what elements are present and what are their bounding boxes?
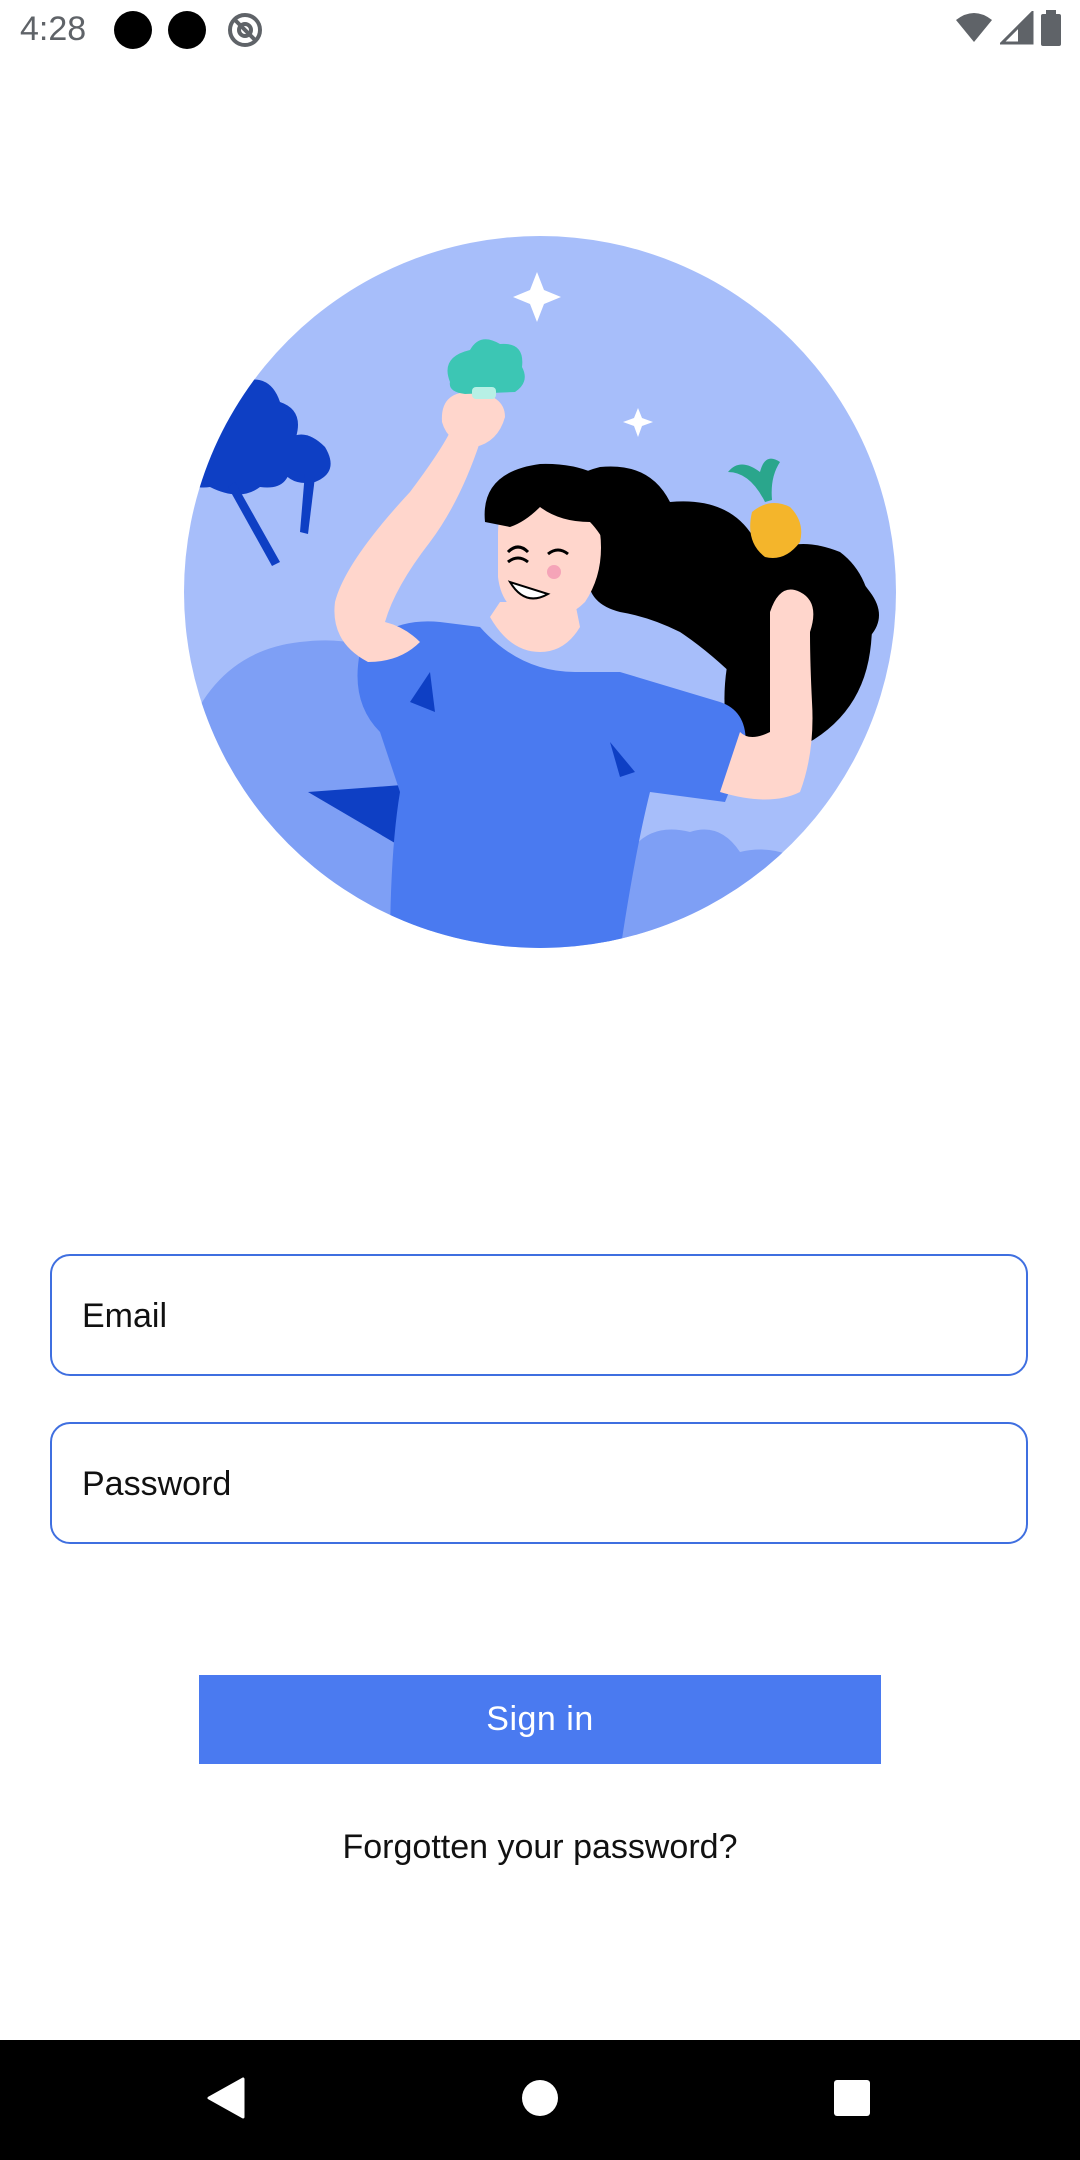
recents-button[interactable]	[772, 2040, 932, 2160]
wifi-icon	[954, 12, 994, 49]
back-icon	[203, 2075, 247, 2126]
forgot-password-link[interactable]: Forgotten your password?	[0, 1828, 1080, 1867]
cell-signal-icon	[998, 8, 1034, 50]
home-icon	[520, 2078, 560, 2123]
password-field[interactable]	[50, 1422, 1028, 1544]
battery-icon	[1040, 9, 1062, 51]
sign-in-button[interactable]: Sign in	[199, 1675, 881, 1764]
home-button[interactable]	[460, 2040, 620, 2160]
recents-icon	[833, 2079, 871, 2122]
notification-dot-icon	[168, 11, 206, 49]
back-button[interactable]	[145, 2040, 305, 2160]
login-screen: 4:28 Email Sign in Forgotten your passwo…	[0, 0, 1080, 2160]
sync-icon	[226, 11, 264, 49]
notification-dot-icon	[114, 11, 152, 49]
status-bar: 4:28	[0, 0, 1080, 60]
hero-illustration	[180, 232, 900, 952]
password-input[interactable]	[80, 1424, 1004, 1544]
system-nav-bar	[0, 2040, 1080, 2160]
email-input[interactable]	[80, 1256, 1004, 1376]
status-icons	[954, 8, 1062, 51]
email-field[interactable]	[50, 1254, 1028, 1376]
status-time: 4:28	[20, 10, 87, 48]
